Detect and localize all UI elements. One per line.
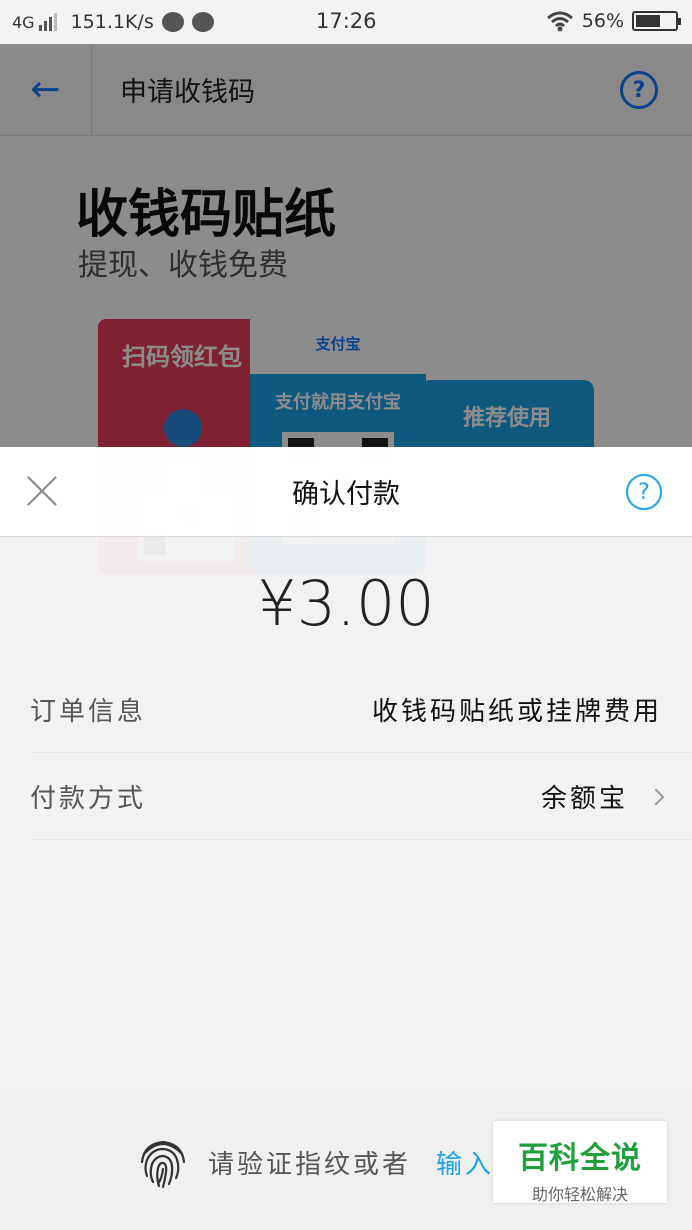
help-icon[interactable]: ?: [626, 474, 662, 510]
watermark-sub-text: 助你轻松解决: [531, 1185, 628, 1204]
confirm-payment-sheet: 确认付款 ? ¥3.00 订单信息 收钱码贴纸或挂牌费用 付款方式 余额宝 请验…: [0, 447, 692, 1230]
order-info-value: 收钱码贴纸或挂牌费用: [371, 697, 662, 727]
close-icon[interactable]: [26, 475, 58, 507]
wifi-icon: [546, 11, 573, 32]
battery-icon: [632, 11, 681, 31]
payment-method-value: 余额宝: [540, 784, 628, 814]
fingerprint-icon[interactable]: [134, 1132, 192, 1190]
fingerprint-prompt: 请验证指纹或者: [208, 1150, 412, 1180]
network-type: 4G: [12, 12, 35, 32]
wechat-icon: [161, 12, 184, 32]
order-info-label: 订单信息: [30, 697, 147, 727]
network-speed: 151.1K/s: [70, 11, 154, 33]
order-info-row: 订单信息 收钱码贴纸或挂牌费用: [30, 667, 692, 753]
watermark-badge: 百科全说 助你轻松解决: [493, 1121, 667, 1204]
sheet-title: 确认付款: [292, 479, 400, 510]
battery-fill: [636, 15, 660, 27]
enter-password-link[interactable]: 输入: [436, 1144, 494, 1181]
message-icon: [191, 12, 214, 32]
payment-method-selector[interactable]: 余额宝: [540, 778, 665, 815]
clock: 17:26: [316, 9, 377, 33]
payment-method-label: 付款方式: [30, 784, 147, 814]
watermark-main-text: 百科全说: [518, 1141, 642, 1176]
chevron-right-icon: [647, 788, 665, 805]
payment-method-row[interactable]: 付款方式 余额宝: [30, 754, 692, 840]
signal-icon: [38, 13, 57, 31]
status-bar: 4G 151.1K/s 17:26 56%: [0, 0, 692, 44]
payment-amount: ¥3.00: [257, 567, 435, 640]
battery-percent: 56%: [581, 10, 624, 32]
sheet-header: 确认付款 ?: [0, 447, 692, 537]
